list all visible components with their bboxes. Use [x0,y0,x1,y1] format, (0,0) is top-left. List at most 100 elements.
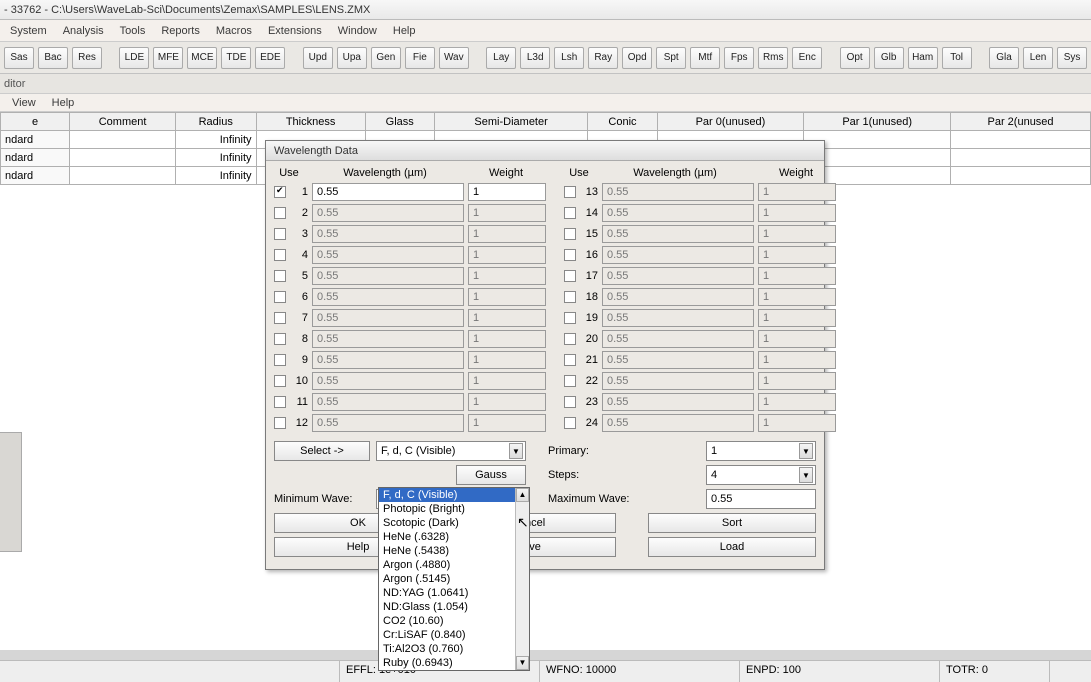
use-checkbox[interactable] [564,228,576,240]
use-checkbox[interactable] [274,270,286,282]
col-header[interactable]: Comment [70,113,176,131]
preset-option[interactable]: Photopic (Bright) [379,502,529,516]
preset-option[interactable]: ND:YAG (1.0641) [379,586,529,600]
tb-sys[interactable]: Sys [1057,47,1087,69]
primary-combo[interactable]: 1 ▼ [706,441,816,461]
weight-input[interactable] [758,414,836,432]
tb-opt[interactable]: Opt [840,47,870,69]
wavelength-input[interactable] [602,330,754,348]
col-header[interactable]: e [1,113,70,131]
weight-input[interactable] [468,393,546,411]
menu-tools[interactable]: Tools [112,20,154,42]
col-header[interactable]: Radius [175,113,256,131]
wavelength-input[interactable] [312,372,464,390]
menu-reports[interactable]: Reports [153,20,208,42]
weight-input[interactable] [468,225,546,243]
use-checkbox[interactable] [564,312,576,324]
tb-bac[interactable]: Bac [38,47,68,69]
weight-input[interactable] [758,183,836,201]
tb-glb[interactable]: Glb [874,47,904,69]
wavelength-input[interactable] [602,288,754,306]
use-checkbox[interactable] [274,207,286,219]
use-checkbox[interactable] [564,375,576,387]
wavelength-input[interactable] [312,330,464,348]
use-checkbox[interactable] [274,312,286,324]
wavelength-input[interactable] [602,204,754,222]
preset-option[interactable]: Cr:LiSAF (0.840) [379,628,529,642]
preset-option[interactable]: Argon (.5145) [379,572,529,586]
tb-gla[interactable]: Gla [989,47,1019,69]
wavelength-input[interactable] [312,183,464,201]
preset-option[interactable]: Argon (.4880) [379,558,529,572]
tb-ray[interactable]: Ray [588,47,618,69]
preset-option[interactable]: Ti:Al2O3 (0.760) [379,642,529,656]
use-checkbox[interactable] [274,333,286,345]
wavelength-input[interactable] [312,267,464,285]
weight-input[interactable] [468,183,546,201]
tb-wav[interactable]: Wav [439,47,469,69]
tb-mfe[interactable]: MFE [153,47,183,69]
tb-tde[interactable]: TDE [221,47,251,69]
use-checkbox[interactable] [564,417,576,429]
weight-input[interactable] [758,204,836,222]
col-header[interactable]: Semi-Diameter [434,113,588,131]
weight-input[interactable] [468,309,546,327]
menu-macros[interactable]: Macros [208,20,260,42]
col-header[interactable]: Par 1(unused) [804,113,951,131]
use-checkbox[interactable] [274,291,286,303]
wavelength-input[interactable] [312,351,464,369]
weight-input[interactable] [468,267,546,285]
weight-input[interactable] [758,225,836,243]
menu-window[interactable]: Window [330,20,385,42]
wavelength-input[interactable] [312,225,464,243]
chevron-down-icon[interactable]: ▼ [509,443,523,459]
menu-extensions[interactable]: Extensions [260,20,330,42]
use-checkbox[interactable] [564,249,576,261]
wavelength-input[interactable] [312,414,464,432]
use-checkbox[interactable] [274,417,286,429]
preset-combo[interactable]: F, d, C (Visible) ▼ [376,441,526,461]
use-checkbox[interactable] [274,396,286,408]
preset-option[interactable]: HeNe (.6328) [379,530,529,544]
tb-len[interactable]: Len [1023,47,1053,69]
wavelength-input[interactable] [312,393,464,411]
use-checkbox[interactable] [564,291,576,303]
select-preset-button[interactable]: Select -> [274,441,370,461]
tb-lde[interactable]: LDE [119,47,149,69]
weight-input[interactable] [468,288,546,306]
scroll-up-icon[interactable]: ▲ [516,488,529,502]
wavelength-input[interactable] [602,309,754,327]
wavelength-input[interactable] [602,225,754,243]
tb-opd[interactable]: Opd [622,47,652,69]
col-header[interactable]: Thickness [256,113,365,131]
preset-option[interactable]: CO2 (10.60) [379,614,529,628]
tb-fps[interactable]: Fps [724,47,754,69]
use-checkbox[interactable] [274,228,286,240]
wavelength-input[interactable] [602,183,754,201]
menu-analysis[interactable]: Analysis [55,20,112,42]
weight-input[interactable] [468,246,546,264]
menu-help[interactable]: Help [385,20,424,42]
use-checkbox[interactable] [274,354,286,366]
tb-l3d[interactable]: L3d [520,47,550,69]
use-checkbox[interactable] [564,354,576,366]
editor-menu-view[interactable]: View [4,94,44,112]
tb-mtf[interactable]: Mtf [690,47,720,69]
wavelength-input[interactable] [602,267,754,285]
use-checkbox[interactable] [564,207,576,219]
tb-upa[interactable]: Upa [337,47,367,69]
max-wave-field[interactable]: 0.55 [706,489,816,509]
tb-ham[interactable]: Ham [908,47,938,69]
wavelength-input[interactable] [602,351,754,369]
tb-spt[interactable]: Spt [656,47,686,69]
tb-mce[interactable]: MCE [187,47,217,69]
menu-system[interactable]: System [2,20,55,42]
preset-option[interactable]: Ruby (0.6943) [379,656,529,670]
weight-input[interactable] [468,330,546,348]
preset-option[interactable]: HeNe (.5438) [379,544,529,558]
scroll-down-icon[interactable]: ▼ [516,656,529,670]
tb-fie[interactable]: Fie [405,47,435,69]
weight-input[interactable] [758,288,836,306]
weight-input[interactable] [758,351,836,369]
preset-option[interactable]: Scotopic (Dark) [379,516,529,530]
